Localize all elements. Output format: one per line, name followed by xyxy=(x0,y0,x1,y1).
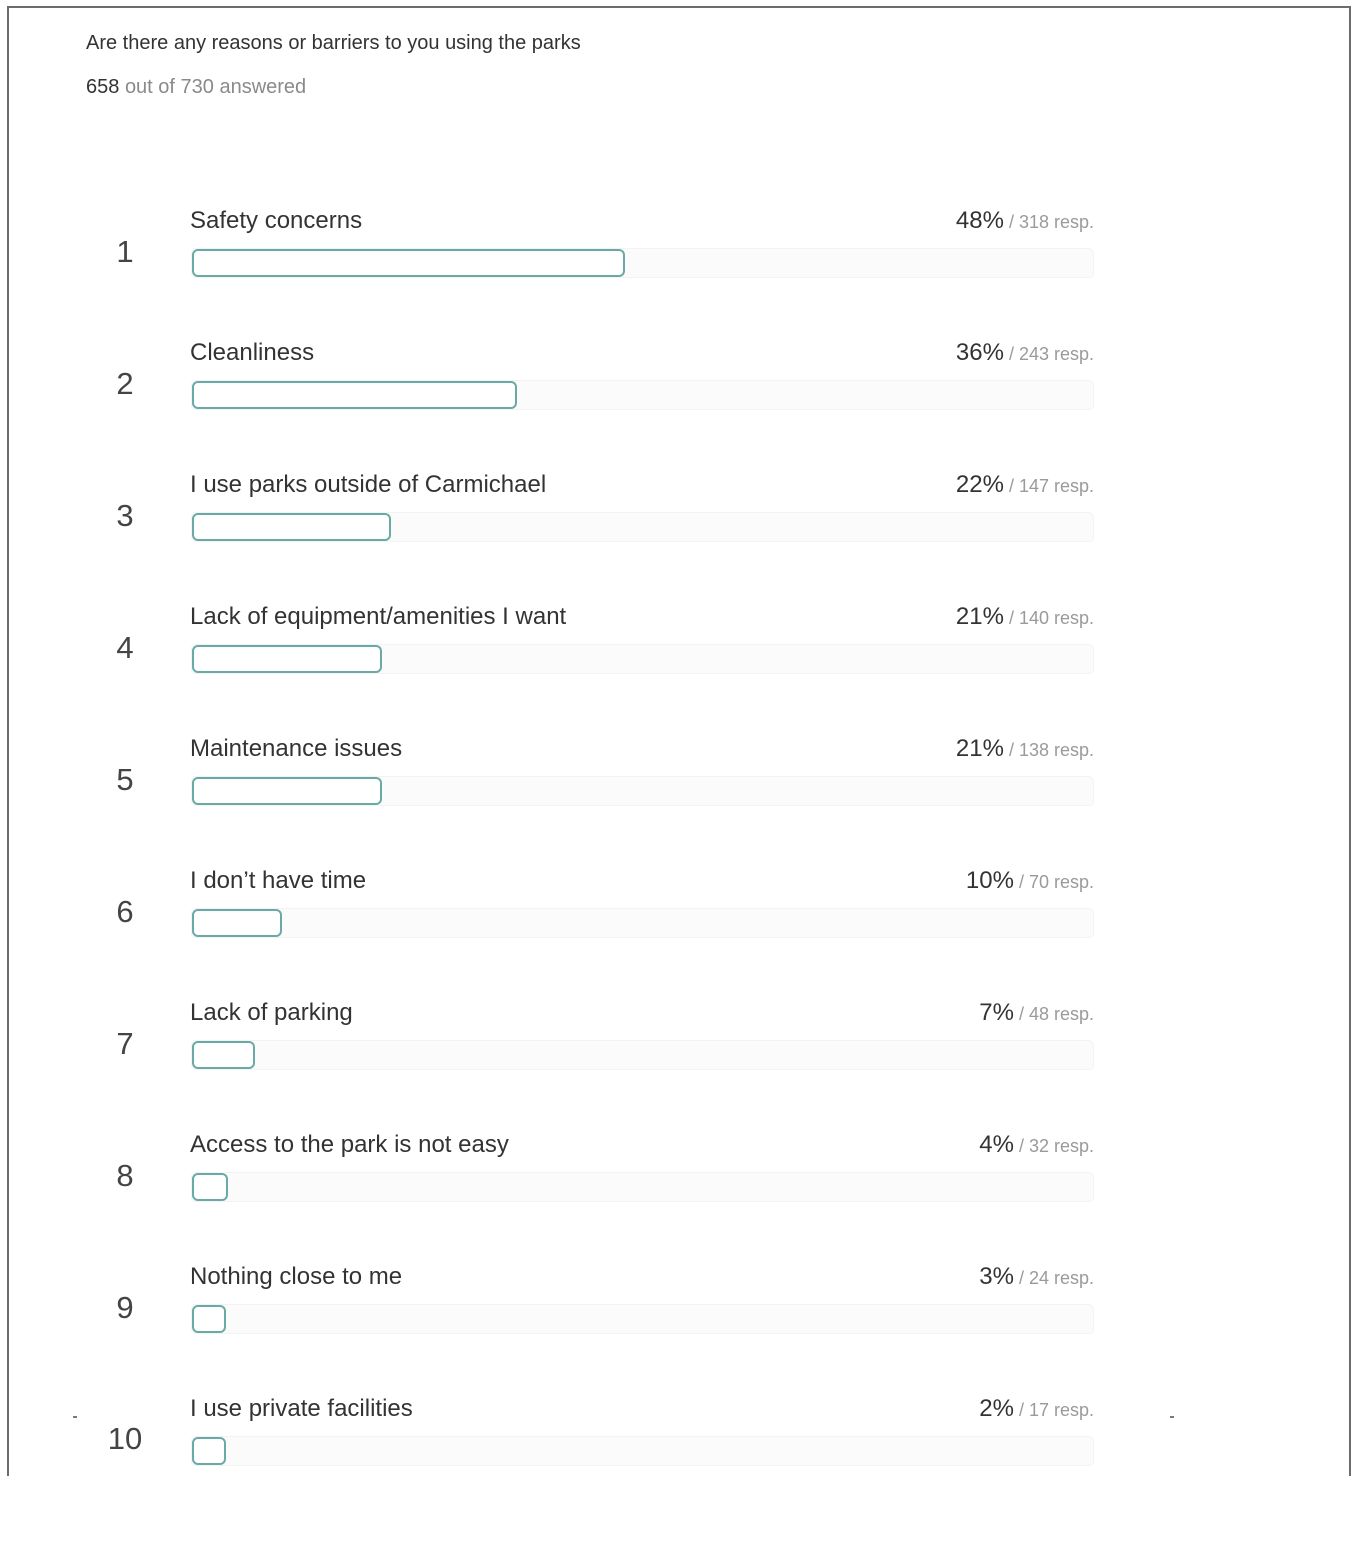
bar-track xyxy=(191,1172,1094,1202)
bar-track xyxy=(191,908,1094,938)
result-row: 9 Nothing close to me 3% / 24 resp. xyxy=(0,1263,1353,1412)
answered-summary: 658 out of 730 answered xyxy=(86,76,306,99)
bar xyxy=(192,1305,226,1333)
result-row: 7 Lack of parking 7% / 48 resp. xyxy=(0,999,1353,1148)
result-stats: 7% / 48 resp. xyxy=(979,999,1094,1027)
category-label: Maintenance issues xyxy=(190,735,403,762)
rank-number: 3 xyxy=(116,498,134,533)
response-count: / 70 resp. xyxy=(1013,872,1094,892)
scan-speck xyxy=(73,1416,77,1418)
response-count: / 24 resp. xyxy=(1013,1268,1094,1288)
percent-label: 3% xyxy=(979,1263,1014,1290)
rank-number: 1 xyxy=(116,234,134,269)
percent-label: 36% xyxy=(955,339,1004,366)
bar-track xyxy=(191,248,1094,278)
category-label: Cleanliness xyxy=(190,339,315,366)
rank-number: 6 xyxy=(116,894,134,929)
category-label: Access to the park is not easy xyxy=(190,1131,509,1158)
rank-number: 7 xyxy=(116,1026,134,1061)
result-row: 3 I use parks outside of Carmichael 22% / … xyxy=(0,471,1353,620)
percent-label: 22% xyxy=(955,471,1004,498)
bar-track xyxy=(191,1436,1094,1466)
bar xyxy=(192,513,391,541)
scan-speck xyxy=(1170,1416,1174,1418)
bar-track xyxy=(191,380,1094,410)
bar-track xyxy=(191,1304,1094,1334)
result-stats: 21% / 140 resp. xyxy=(956,603,1094,631)
result-row: 6 I don’t have time 10% / 70 resp. xyxy=(0,867,1353,1016)
result-row: 1 Safety concerns 48% / 318 resp. xyxy=(0,207,1353,356)
result-stats: 22% / 147 resp. xyxy=(956,471,1094,499)
result-stats: 10% / 70 resp. xyxy=(966,867,1094,895)
bar xyxy=(192,909,282,937)
category-label: I use private facilities xyxy=(190,1395,413,1422)
answered-suffix: out of 730 answered xyxy=(124,76,307,98)
bar xyxy=(192,777,382,805)
response-count: / 138 resp. xyxy=(1003,740,1094,760)
rank-number: 2 xyxy=(116,366,134,401)
percent-label: 2% xyxy=(979,1395,1014,1422)
category-label: Nothing close to me xyxy=(190,1263,403,1290)
response-count: / 318 resp. xyxy=(1003,212,1094,232)
response-count: / 147 resp. xyxy=(1003,476,1094,496)
bar-track xyxy=(191,512,1094,542)
category-label: Safety concerns xyxy=(190,207,363,234)
result-row: 5 Maintenance issues 21% / 138 resp. xyxy=(0,735,1353,884)
bar-track xyxy=(191,776,1094,806)
response-count: / 243 resp. xyxy=(1003,344,1094,364)
category-label: Lack of parking xyxy=(190,999,353,1026)
bar xyxy=(192,1173,228,1201)
percent-label: 4% xyxy=(979,1131,1014,1158)
rank-number: 5 xyxy=(116,762,134,797)
percent-label: 10% xyxy=(965,867,1014,894)
result-row: 8 Access to the park is not easy 4% / 32 r… xyxy=(0,1131,1353,1280)
response-count: / 48 resp. xyxy=(1013,1004,1094,1024)
bar xyxy=(192,645,382,673)
bar xyxy=(192,249,625,277)
category-label: I don’t have time xyxy=(190,867,367,894)
result-stats: 21% / 138 resp. xyxy=(956,735,1094,763)
bar-track xyxy=(191,644,1094,674)
rank-number: 10 xyxy=(107,1421,143,1456)
result-stats: 48% / 318 resp. xyxy=(956,207,1094,235)
response-count: / 32 resp. xyxy=(1013,1136,1094,1156)
percent-label: 21% xyxy=(955,603,1004,630)
result-row: 10 I use private facilities 2% / 17 resp. xyxy=(0,1395,1353,1544)
category-label: I use parks outside of Carmichael xyxy=(190,471,547,498)
response-count: / 17 resp. xyxy=(1013,1400,1094,1420)
percent-label: 21% xyxy=(955,735,1004,762)
question-title: Are there any reasons or barriers to you… xyxy=(86,32,581,54)
result-row: 4 Lack of equipment/amenities I want 21% /… xyxy=(0,603,1353,752)
result-stats: 3% / 24 resp. xyxy=(979,1263,1094,1291)
result-stats: 36% / 243 resp. xyxy=(956,339,1094,367)
bar-track xyxy=(191,1040,1094,1070)
result-stats: 2% / 17 resp. xyxy=(979,1395,1094,1423)
rank-number: 9 xyxy=(116,1290,134,1325)
percent-label: 48% xyxy=(955,207,1004,234)
rank-number: 8 xyxy=(116,1158,134,1193)
response-count: / 140 resp. xyxy=(1003,608,1094,628)
category-label: Lack of equipment/amenities I want xyxy=(190,603,567,630)
answered-count: 658 xyxy=(86,76,120,98)
bar xyxy=(192,1041,255,1069)
percent-label: 7% xyxy=(979,999,1014,1026)
result-stats: 4% / 32 resp. xyxy=(979,1131,1094,1159)
bar xyxy=(192,381,517,409)
result-row: 2 Cleanliness 36% / 243 resp. xyxy=(0,339,1353,488)
rank-number: 4 xyxy=(116,630,134,665)
